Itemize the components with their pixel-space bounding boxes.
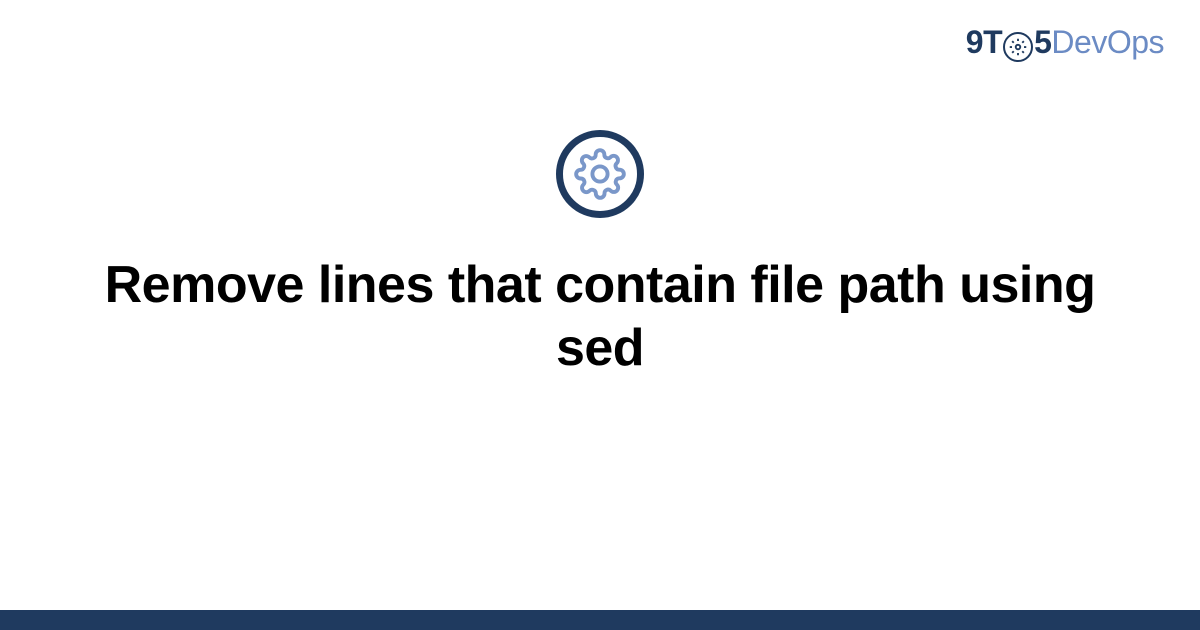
brand-text-9t: 9T	[966, 24, 1002, 60]
page-title: Remove lines that contain file path usin…	[75, 254, 1125, 381]
gear-icon	[556, 130, 644, 218]
footer-accent-bar	[0, 610, 1200, 630]
brand-text-5: 5	[1034, 24, 1051, 60]
brand-text-devops: DevOps	[1051, 24, 1164, 60]
brand-gear-icon	[1003, 32, 1033, 62]
content-area: Remove lines that contain file path usin…	[0, 130, 1200, 381]
brand-logo: 9T 5DevOps	[966, 24, 1164, 62]
